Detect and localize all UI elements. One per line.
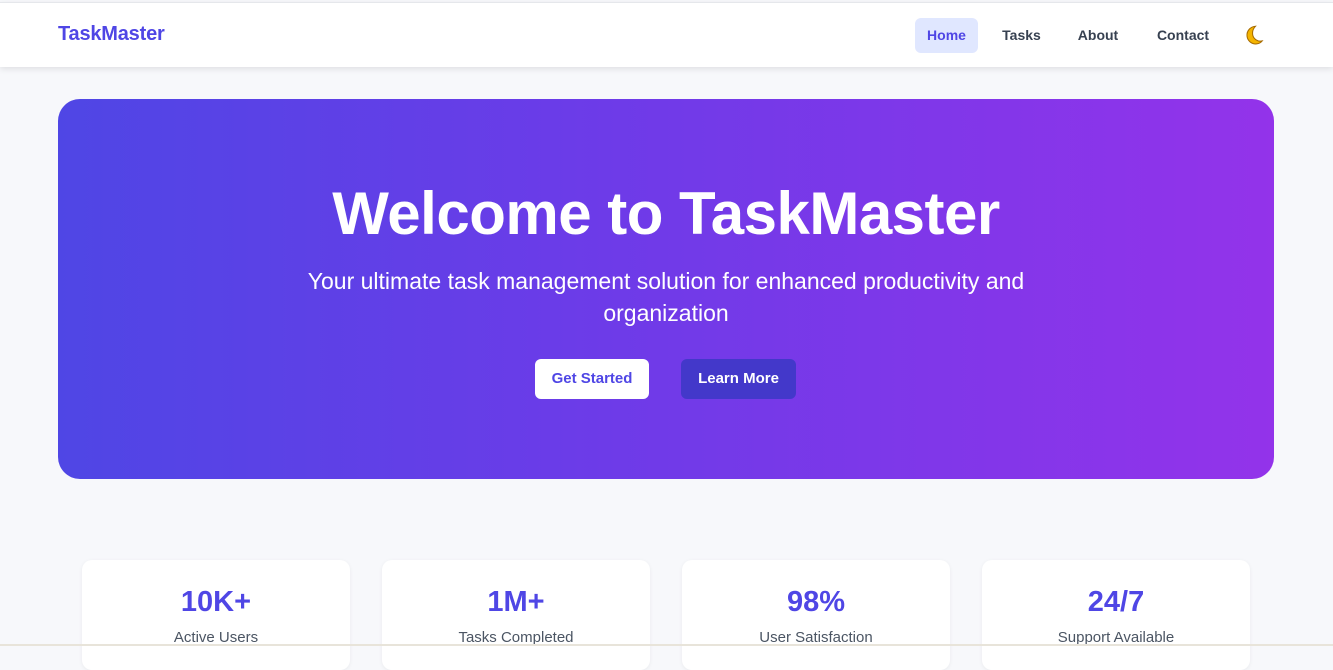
stat-card-tasks-completed: 1M+ Tasks Completed — [382, 560, 650, 670]
hero-title: Welcome to TaskMaster — [332, 180, 1000, 247]
stat-card-support-available: 24/7 Support Available — [982, 560, 1250, 670]
stat-value: 10K+ — [180, 586, 252, 618]
brand-logo[interactable]: TaskMaster — [58, 23, 165, 46]
stat-card-user-satisfaction: 98% User Satisfaction — [682, 560, 950, 670]
hero-subtitle: Your ultimate task management solution f… — [307, 268, 1025, 326]
learn-more-button[interactable]: Learn More — [681, 359, 796, 399]
nav-link-about[interactable]: About — [1067, 18, 1129, 53]
stat-value: 24/7 — [1087, 586, 1145, 618]
nav-link-tasks[interactable]: Tasks — [996, 18, 1047, 53]
moon-icon — [1246, 25, 1264, 45]
navbar: TaskMaster Home Tasks About Contact — [0, 2, 1333, 67]
nav-link-contact[interactable]: Contact — [1148, 18, 1218, 53]
stat-card-active-users: 10K+ Active Users — [82, 560, 350, 670]
theme-toggle-button[interactable] — [1241, 23, 1265, 47]
stat-value: 1M+ — [487, 586, 545, 618]
stat-value: 98% — [786, 586, 846, 618]
hero-banner: Welcome to TaskMaster Your ultimate task… — [58, 99, 1274, 479]
get-started-button[interactable]: Get Started — [535, 359, 649, 399]
nav-link-home[interactable]: Home — [915, 18, 978, 53]
